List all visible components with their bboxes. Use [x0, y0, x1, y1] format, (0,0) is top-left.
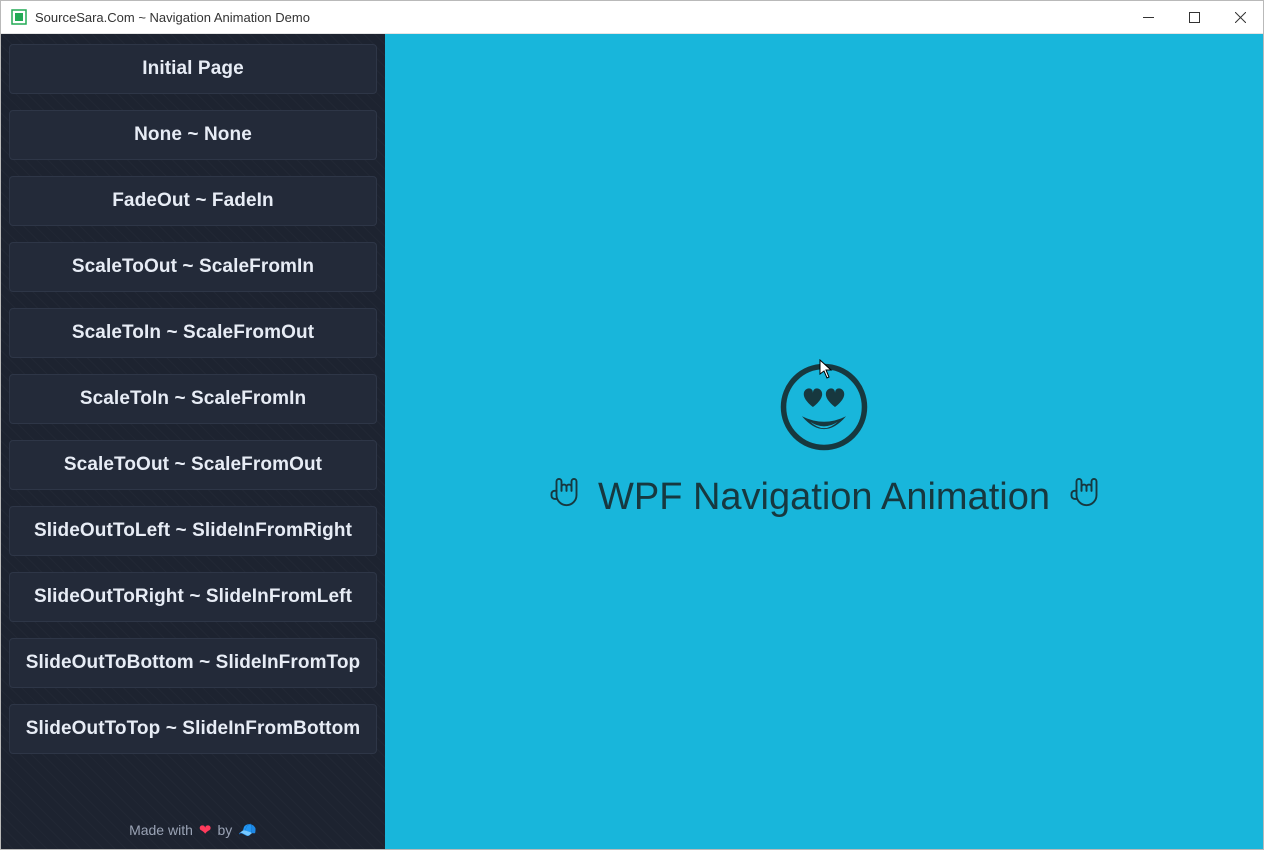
heart-eyes-emoji-icon: [778, 361, 870, 458]
nav-btn-scaletoout-scalefromout[interactable]: ScaleToOut ~ ScaleFromOut: [9, 440, 377, 490]
nav-btn-scaletoout-scalefromin[interactable]: ScaleToOut ~ ScaleFromIn: [9, 242, 377, 292]
minimize-button[interactable]: [1125, 1, 1171, 34]
nav-btn-scaletoin-scalefromout[interactable]: ScaleToIn ~ ScaleFromOut: [9, 308, 377, 358]
nav-btn-none-none[interactable]: None ~ None: [9, 110, 377, 160]
nav-btn-slideouttoleft-slideinfromright[interactable]: SlideOutToLeft ~ SlideInFromRight: [9, 506, 377, 556]
footer-text-mid: by: [217, 822, 232, 838]
nav-list: Initial Page None ~ None FadeOut ~ FadeI…: [9, 44, 377, 754]
titlebar: SourceSara.Com ~ Navigation Animation De…: [1, 1, 1263, 34]
nav-btn-scaletoin-scalefromin[interactable]: ScaleToIn ~ ScaleFromIn: [9, 374, 377, 424]
rock-hand-icon: [1064, 472, 1104, 522]
nav-btn-label: ScaleToOut ~ ScaleFromIn: [72, 256, 314, 278]
nav-btn-slideouttotop-slideinfrombottom[interactable]: SlideOutToTop ~ SlideInFromBottom: [9, 704, 377, 754]
app-icon: [11, 9, 27, 25]
nav-btn-slideouttoright-slideinfromleft[interactable]: SlideOutToRight ~ SlideInFromLeft: [9, 572, 377, 622]
rock-hand-icon: [544, 472, 584, 522]
nav-btn-label: None ~ None: [134, 124, 252, 146]
cap-icon: 🧢: [238, 821, 257, 839]
nav-btn-fadeout-fadein[interactable]: FadeOut ~ FadeIn: [9, 176, 377, 226]
content-pane: WPF Navigation Animation: [385, 34, 1263, 849]
nav-btn-label: ScaleToOut ~ ScaleFromOut: [64, 454, 322, 476]
nav-btn-label: SlideOutToBottom ~ SlideInFromTop: [26, 652, 361, 674]
nav-btn-label: ScaleToIn ~ ScaleFromOut: [72, 322, 314, 344]
nav-btn-initial-page[interactable]: Initial Page: [9, 44, 377, 94]
window-title: SourceSara.Com ~ Navigation Animation De…: [35, 10, 310, 25]
close-button[interactable]: [1217, 1, 1263, 34]
client-area: Initial Page None ~ None FadeOut ~ FadeI…: [1, 34, 1263, 849]
nav-btn-label: FadeOut ~ FadeIn: [112, 190, 274, 212]
nav-btn-label: ScaleToIn ~ ScaleFromIn: [80, 388, 306, 410]
content-heading-row: WPF Navigation Animation: [544, 472, 1104, 522]
nav-btn-label: SlideOutToLeft ~ SlideInFromRight: [34, 520, 352, 542]
footer-text-prefix: Made with: [129, 822, 193, 838]
sidebar-footer: Made with ❤ by 🧢: [9, 811, 377, 843]
content-heading: WPF Navigation Animation: [598, 476, 1050, 519]
nav-btn-label: Initial Page: [142, 58, 244, 80]
nav-btn-label: SlideOutToTop ~ SlideInFromBottom: [26, 718, 361, 740]
maximize-button[interactable]: [1171, 1, 1217, 34]
nav-btn-slideouttobottom-slideinfromtop[interactable]: SlideOutToBottom ~ SlideInFromTop: [9, 638, 377, 688]
sidebar: Initial Page None ~ None FadeOut ~ FadeI…: [1, 34, 385, 849]
heart-icon: ❤: [199, 821, 212, 839]
nav-btn-label: SlideOutToRight ~ SlideInFromLeft: [34, 586, 352, 608]
